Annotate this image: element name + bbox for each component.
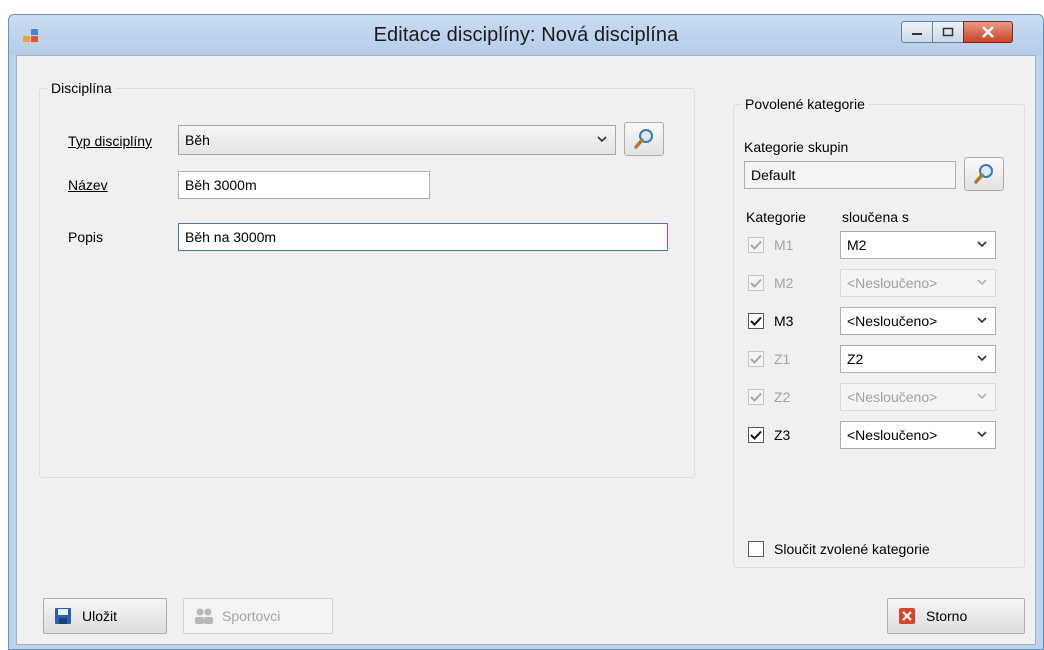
close-icon — [982, 26, 994, 38]
sloucena-select[interactable]: Z2 — [840, 345, 996, 373]
dialog-window: Editace disciplíny: Nová disciplína Disc… — [8, 14, 1044, 650]
kategorie-name: Z2 — [774, 389, 791, 405]
kategorie-name: Z3 — [774, 427, 791, 443]
checkmark-icon — [750, 354, 762, 364]
typ-discipliny-value: Běh — [185, 132, 210, 148]
kategorie-name: Z1 — [774, 351, 791, 367]
magnifier-icon — [634, 129, 653, 149]
sloucena-select[interactable]: <Nesloučeno> — [840, 269, 996, 297]
kategorie-column-header: Kategorie — [746, 209, 806, 225]
kategorie-checkbox[interactable] — [748, 427, 764, 443]
kategorie-skupin-label: Kategorie skupin — [744, 139, 849, 155]
checkmark-icon — [750, 278, 762, 288]
chevron-down-icon — [977, 393, 987, 400]
typ-discipliny-select[interactable]: Běh — [178, 125, 616, 155]
window-title: Editace disciplíny: Nová disciplína — [373, 24, 679, 46]
sloucena-value: Z2 — [847, 351, 864, 367]
chevron-down-icon — [977, 317, 987, 324]
chevron-down-icon — [977, 241, 987, 248]
title-bar[interactable]: Editace disciplíny: Nová disciplína — [9, 15, 1043, 55]
chevron-down-icon — [977, 431, 987, 438]
sloucena-select[interactable]: <Nesloučeno> — [840, 421, 996, 449]
sloucena-value: M2 — [847, 237, 867, 253]
maximize-icon — [942, 27, 954, 37]
sloucena-select[interactable]: <Nesloučeno> — [840, 383, 996, 411]
kategorie-checkbox[interactable] — [748, 313, 764, 329]
athletes-button-label: Sportovci — [222, 608, 281, 624]
magnifier-icon — [974, 164, 993, 184]
minimize-icon — [912, 33, 922, 35]
sloucena-select[interactable]: <Nesloučeno> — [840, 307, 996, 335]
povolene-kategorie-groupbox: Povolené kategorie Kategorie skupin Defa… — [733, 96, 1025, 568]
save-button[interactable]: Uložit — [43, 598, 167, 634]
chevron-down-icon — [977, 279, 987, 286]
kategorie-checkbox[interactable] — [748, 389, 764, 405]
kategorie-name: M3 — [774, 313, 794, 329]
athletes-button[interactable]: Sportovci — [183, 598, 333, 634]
kategorie-skupin-field[interactable]: Default — [744, 161, 956, 189]
povolene-kategorie-title: Povolené kategorie — [742, 96, 868, 112]
dialog-client-area: Disciplína Typ disciplíny Běh Název Běh … — [16, 55, 1036, 645]
disciplina-group-title: Disciplína — [48, 80, 115, 96]
kategorie-skupin-search-button[interactable] — [964, 157, 1004, 191]
kategorie-checkbox[interactable] — [748, 275, 764, 291]
nazev-label: Název — [68, 177, 108, 193]
checkmark-icon — [750, 316, 762, 326]
popis-label: Popis — [68, 229, 104, 245]
disciplina-groupbox: Disciplína Typ disciplíny Běh Název Běh … — [39, 80, 695, 478]
sloucena-select[interactable]: M2 — [840, 231, 996, 259]
people-icon — [194, 607, 213, 625]
kategorie-checkbox[interactable] — [748, 237, 764, 253]
minimize-button[interactable] — [901, 21, 933, 43]
red-x-icon — [898, 607, 916, 625]
merge-selected-checkbox[interactable] — [748, 541, 764, 557]
kategorie-name: M1 — [774, 237, 794, 253]
cancel-button[interactable]: Storno — [887, 598, 1025, 634]
chevron-down-icon — [597, 136, 607, 143]
checkmark-icon — [750, 240, 762, 250]
sloucena-value: <Nesloučeno> — [847, 427, 938, 443]
kategorie-name: M2 — [774, 275, 794, 291]
sloucena-column-header: sloučena s — [842, 209, 909, 225]
checkmark-icon — [750, 392, 762, 402]
popis-input[interactable]: Běh na 3000m — [178, 223, 668, 251]
cancel-button-label: Storno — [926, 608, 968, 624]
merge-selected-label: Sloučit zvolené kategorie — [774, 541, 930, 557]
checkmark-icon — [750, 430, 762, 440]
maximize-button[interactable] — [932, 21, 964, 43]
sloucena-value: <Nesloučeno> — [847, 389, 938, 405]
sloucena-value: <Nesloučeno> — [847, 275, 938, 291]
close-button[interactable] — [963, 21, 1013, 43]
nazev-input[interactable]: Běh 3000m — [178, 171, 430, 199]
typ-discipliny-search-button[interactable] — [624, 122, 664, 156]
sloucena-value: <Nesloučeno> — [847, 313, 938, 329]
floppy-disk-icon — [54, 607, 72, 625]
save-button-label: Uložit — [82, 608, 118, 624]
typ-discipliny-label: Typ disciplíny — [68, 133, 153, 149]
kategorie-checkbox[interactable] — [748, 351, 764, 367]
chevron-down-icon — [977, 355, 987, 362]
